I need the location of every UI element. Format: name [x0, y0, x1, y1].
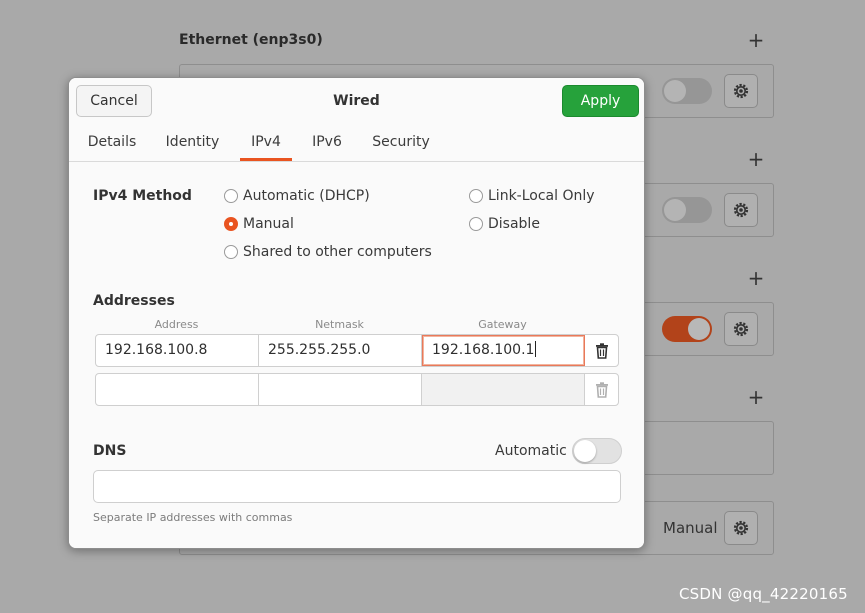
radio-circle [469, 217, 483, 231]
connection-settings-button[interactable] [724, 74, 758, 108]
tab-ipv6[interactable]: IPv6 [305, 124, 349, 161]
connection-settings-button[interactable] [724, 193, 758, 227]
connection-toggle[interactable] [662, 78, 712, 104]
apply-button[interactable]: Apply [562, 85, 639, 117]
gear-icon [733, 83, 749, 99]
dns-value [94, 471, 620, 485]
dns-hint: Separate IP addresses with commas [93, 511, 293, 524]
dialog-header: Wired Cancel Apply [69, 78, 644, 125]
connection-settings-button[interactable] [724, 312, 758, 346]
tab-security[interactable]: Security [364, 124, 438, 161]
watermark: CSDN @qq_42220165 [679, 585, 848, 603]
radio-shared[interactable]: Shared to other computers [224, 244, 432, 260]
column-header-netmask: Netmask [315, 318, 364, 331]
cancel-button[interactable]: Cancel [76, 85, 152, 117]
add-connection-icon[interactable]: + [746, 149, 766, 169]
toggle-knob [574, 440, 596, 462]
trash-icon [596, 381, 608, 398]
radio-link-local[interactable]: Link-Local Only [469, 188, 595, 204]
radio-label: Link-Local Only [488, 188, 595, 204]
radio-label: Shared to other computers [243, 244, 432, 260]
connection-settings-button[interactable] [724, 511, 758, 545]
dns-automatic-toggle[interactable] [572, 438, 622, 464]
ethernet-section-title: Ethernet (enp3s0) [179, 32, 323, 48]
address-row: 192.168.100.8 255.255.255.0 192.168.100.… [95, 334, 619, 367]
ipv4-settings: IPv4 Method Automatic (DHCP) Manual Shar… [69, 162, 644, 548]
tab-details[interactable]: Details [78, 124, 146, 161]
dns-automatic-label: Automatic [495, 443, 567, 459]
addresses-label: Addresses [93, 293, 175, 309]
column-header-address: Address [154, 318, 199, 331]
gear-icon [733, 520, 749, 536]
radio-automatic-dhcp[interactable]: Automatic (DHCP) [224, 188, 370, 204]
netmask-value: 255.255.255.0 [268, 342, 371, 358]
tab-bar: Details Identity IPv4 IPv6 Security [69, 124, 644, 162]
address-row [95, 373, 619, 406]
dns-label: DNS [93, 443, 127, 459]
toggle-knob [664, 80, 686, 102]
address-value: 192.168.100.8 [105, 342, 208, 358]
connection-toggle[interactable] [662, 197, 712, 223]
connection-toggle[interactable] [662, 316, 712, 342]
netmask-input[interactable]: 255.255.255.0 [259, 335, 422, 366]
toggle-knob [664, 199, 686, 221]
delete-address-button[interactable] [585, 335, 618, 366]
dialog-title: Wired [333, 93, 380, 109]
add-connection-icon[interactable]: + [746, 30, 766, 50]
dns-input[interactable] [93, 470, 621, 503]
radio-circle [224, 245, 238, 259]
tab-ipv4[interactable]: IPv4 [240, 124, 292, 161]
radio-label: Manual [243, 216, 294, 232]
delete-address-button[interactable] [585, 374, 618, 405]
gateway-value: 192.168.100.1 [432, 342, 535, 358]
add-connection-icon[interactable]: + [746, 268, 766, 288]
address-input[interactable]: 192.168.100.8 [96, 335, 259, 366]
trash-icon [596, 342, 608, 359]
text-cursor [535, 341, 537, 357]
radio-label: Automatic (DHCP) [243, 188, 370, 204]
gear-icon [733, 202, 749, 218]
radio-circle [469, 189, 483, 203]
column-header-gateway: Gateway [478, 318, 527, 331]
radio-manual[interactable]: Manual [224, 216, 294, 232]
address-input[interactable] [96, 374, 259, 405]
wired-dialog: Wired Cancel Apply Details Identity IPv4… [68, 77, 645, 549]
toggle-knob [688, 318, 710, 340]
gateway-input[interactable] [422, 374, 585, 405]
radio-disable[interactable]: Disable [469, 216, 540, 232]
radio-circle [224, 217, 238, 231]
ipv4-method-label: IPv4 Method [93, 188, 192, 204]
add-connection-icon[interactable]: + [746, 387, 766, 407]
gear-icon [733, 321, 749, 337]
gateway-input[interactable]: 192.168.100.1 [422, 335, 585, 366]
radio-circle [224, 189, 238, 203]
tab-identity[interactable]: Identity [159, 124, 226, 161]
vpn-method-label: Manual [663, 519, 718, 537]
netmask-input[interactable] [259, 374, 422, 405]
radio-label: Disable [488, 216, 540, 232]
